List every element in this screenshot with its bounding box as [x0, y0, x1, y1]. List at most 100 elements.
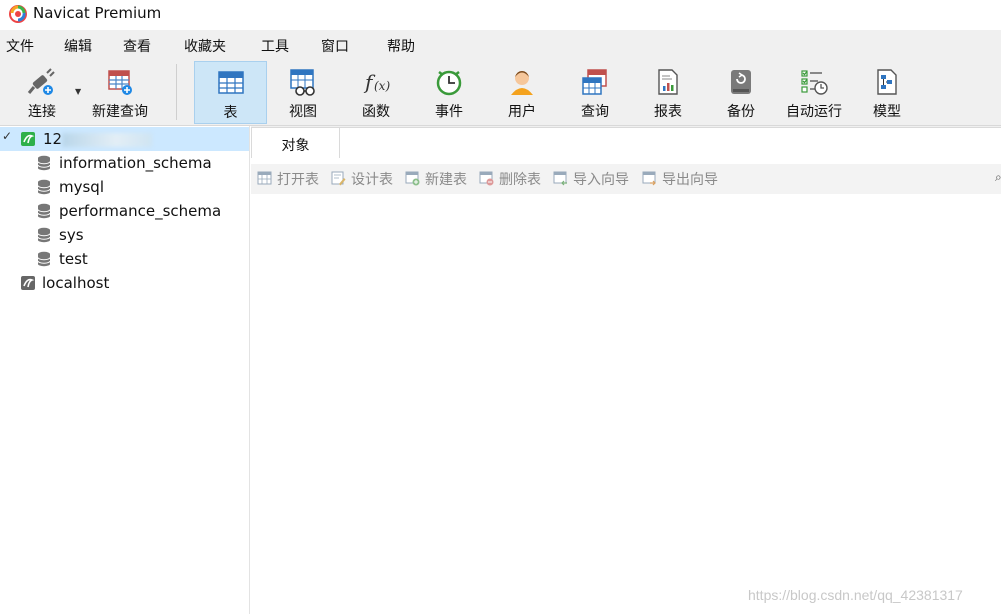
plug-icon — [27, 68, 55, 95]
tree-db-sys[interactable]: sys — [0, 223, 249, 247]
view-icon — [290, 69, 315, 96]
connect-label: 连接 — [28, 104, 56, 120]
view-button[interactable]: 视图 — [268, 61, 338, 124]
design-table-label: 设计表 — [351, 172, 393, 188]
automation-label: 自动运行 — [786, 104, 842, 120]
open-table-button[interactable]: 打开表 — [257, 169, 329, 189]
new-table-button[interactable]: 新建表 — [405, 169, 477, 189]
open-table-label: 打开表 — [277, 172, 319, 188]
app-title: Navicat Premium — [33, 4, 162, 22]
model-button[interactable]: 模型 — [852, 61, 922, 124]
connect-button[interactable]: 连接 — [10, 61, 74, 124]
menu-help[interactable]: 帮助 — [387, 36, 415, 56]
menu-edit[interactable]: 编辑 — [64, 36, 92, 56]
table-icon — [217, 71, 244, 94]
new-query-icon — [108, 70, 132, 95]
new-query-button[interactable]: 新建查询 — [86, 61, 154, 124]
clock-icon — [436, 70, 462, 96]
connection-tree: ✓ 12 information_schema mysql performanc… — [0, 126, 250, 614]
import-wizard-label: 导入向导 — [573, 172, 629, 188]
tab-strip: 对象 — [251, 126, 1001, 158]
tree-db-performance-schema[interactable]: performance_schema — [0, 199, 249, 223]
chevron-down-icon[interactable]: ✓ — [2, 129, 12, 143]
menu-tools[interactable]: 工具 — [261, 36, 289, 56]
new-query-label: 新建查询 — [92, 104, 148, 120]
design-table-button[interactable]: 设计表 — [331, 169, 403, 189]
view-label: 视图 — [289, 104, 317, 120]
function-icon: f (x) — [363, 70, 390, 94]
delete-table-button[interactable]: 删除表 — [479, 169, 551, 189]
connect-dropdown-icon[interactable]: ▼ — [75, 87, 81, 96]
query-icon — [582, 69, 607, 95]
delete-table-label: 删除表 — [499, 172, 541, 188]
open-table-icon — [257, 171, 272, 185]
tree-db-information-schema[interactable]: information_schema — [0, 151, 249, 175]
menu-window[interactable]: 窗口 — [321, 36, 349, 56]
toolbar-separator — [176, 64, 177, 120]
mysql-connection-icon — [21, 276, 35, 290]
tab-strip-empty — [340, 127, 1001, 158]
database-icon — [37, 203, 51, 219]
navicat-logo-icon — [9, 5, 27, 23]
menu-bar: 文件 编辑 查看 收藏夹 工具 窗口 帮助 — [0, 30, 1001, 60]
tree-connection-12[interactable]: ✓ 12 — [0, 127, 249, 151]
import-wizard-button[interactable]: 导入向导 — [553, 169, 639, 189]
automation-icon — [801, 70, 828, 95]
query-button[interactable]: 查询 — [560, 61, 630, 124]
objects-list-area[interactable] — [251, 194, 1001, 614]
automation-button[interactable]: 自动运行 — [779, 61, 849, 124]
query-label: 查询 — [581, 104, 609, 120]
database-icon — [37, 227, 51, 243]
menu-view[interactable]: 查看 — [123, 36, 151, 56]
tree-db-test[interactable]: test — [0, 247, 249, 271]
redacted-host-mask — [62, 133, 152, 147]
database-icon — [37, 251, 51, 267]
new-table-icon — [405, 171, 420, 186]
tree-connection-localhost[interactable]: localhost — [0, 271, 249, 295]
main-toolbar: 连接 ▼ 新建查询 表 视图 f (x) 函数 事件 用户 查询 报表 备份 自… — [0, 60, 1001, 126]
connection-label: 12 — [43, 130, 63, 148]
watermark-text: https://blog.csdn.net/qq_42381317 — [748, 587, 963, 603]
database-label: sys — [59, 226, 84, 244]
table-label: 表 — [223, 105, 238, 121]
function-label: 函数 — [362, 104, 390, 120]
search-icon[interactable]: ⌕ — [995, 170, 1001, 185]
database-label: mysql — [59, 178, 104, 196]
svg-text:(x): (x) — [374, 79, 390, 93]
export-wizard-label: 导出向导 — [662, 172, 718, 188]
user-button[interactable]: 用户 — [487, 61, 557, 124]
tree-db-mysql[interactable]: mysql — [0, 175, 249, 199]
design-table-icon — [331, 171, 346, 186]
model-icon — [877, 69, 897, 95]
database-icon — [37, 155, 51, 171]
tab-objects[interactable]: 对象 — [251, 127, 340, 158]
user-icon — [511, 71, 533, 95]
report-button[interactable]: 报表 — [633, 61, 703, 124]
database-label: performance_schema — [59, 202, 222, 220]
database-label: information_schema — [59, 154, 212, 172]
export-wizard-icon — [642, 171, 656, 186]
database-icon — [37, 179, 51, 195]
title-bar: Navicat Premium — [0, 0, 1001, 30]
menu-favorites[interactable]: 收藏夹 — [184, 36, 226, 56]
tab-objects-label: 对象 — [281, 138, 310, 154]
database-label: test — [59, 250, 88, 268]
model-label: 模型 — [873, 104, 901, 120]
mysql-connection-icon — [21, 132, 35, 146]
menu-file[interactable]: 文件 — [6, 36, 34, 56]
backup-label: 备份 — [727, 104, 755, 120]
export-wizard-button[interactable]: 导出向导 — [642, 169, 728, 189]
backup-button[interactable]: 备份 — [706, 61, 776, 124]
event-label: 事件 — [435, 104, 463, 120]
table-button[interactable]: 表 — [194, 61, 267, 124]
delete-table-icon — [479, 171, 494, 186]
report-icon — [658, 69, 678, 95]
object-pane: 对象 打开表 设计表 新建表 删除表 导入向导 导出向导 ⌕ — [251, 126, 1001, 614]
user-label: 用户 — [508, 104, 536, 120]
new-table-label: 新建表 — [425, 172, 467, 188]
import-wizard-icon — [553, 171, 567, 186]
backup-icon — [731, 70, 751, 94]
function-button[interactable]: f (x) 函数 — [341, 61, 411, 124]
event-button[interactable]: 事件 — [414, 61, 484, 124]
report-label: 报表 — [654, 104, 682, 120]
